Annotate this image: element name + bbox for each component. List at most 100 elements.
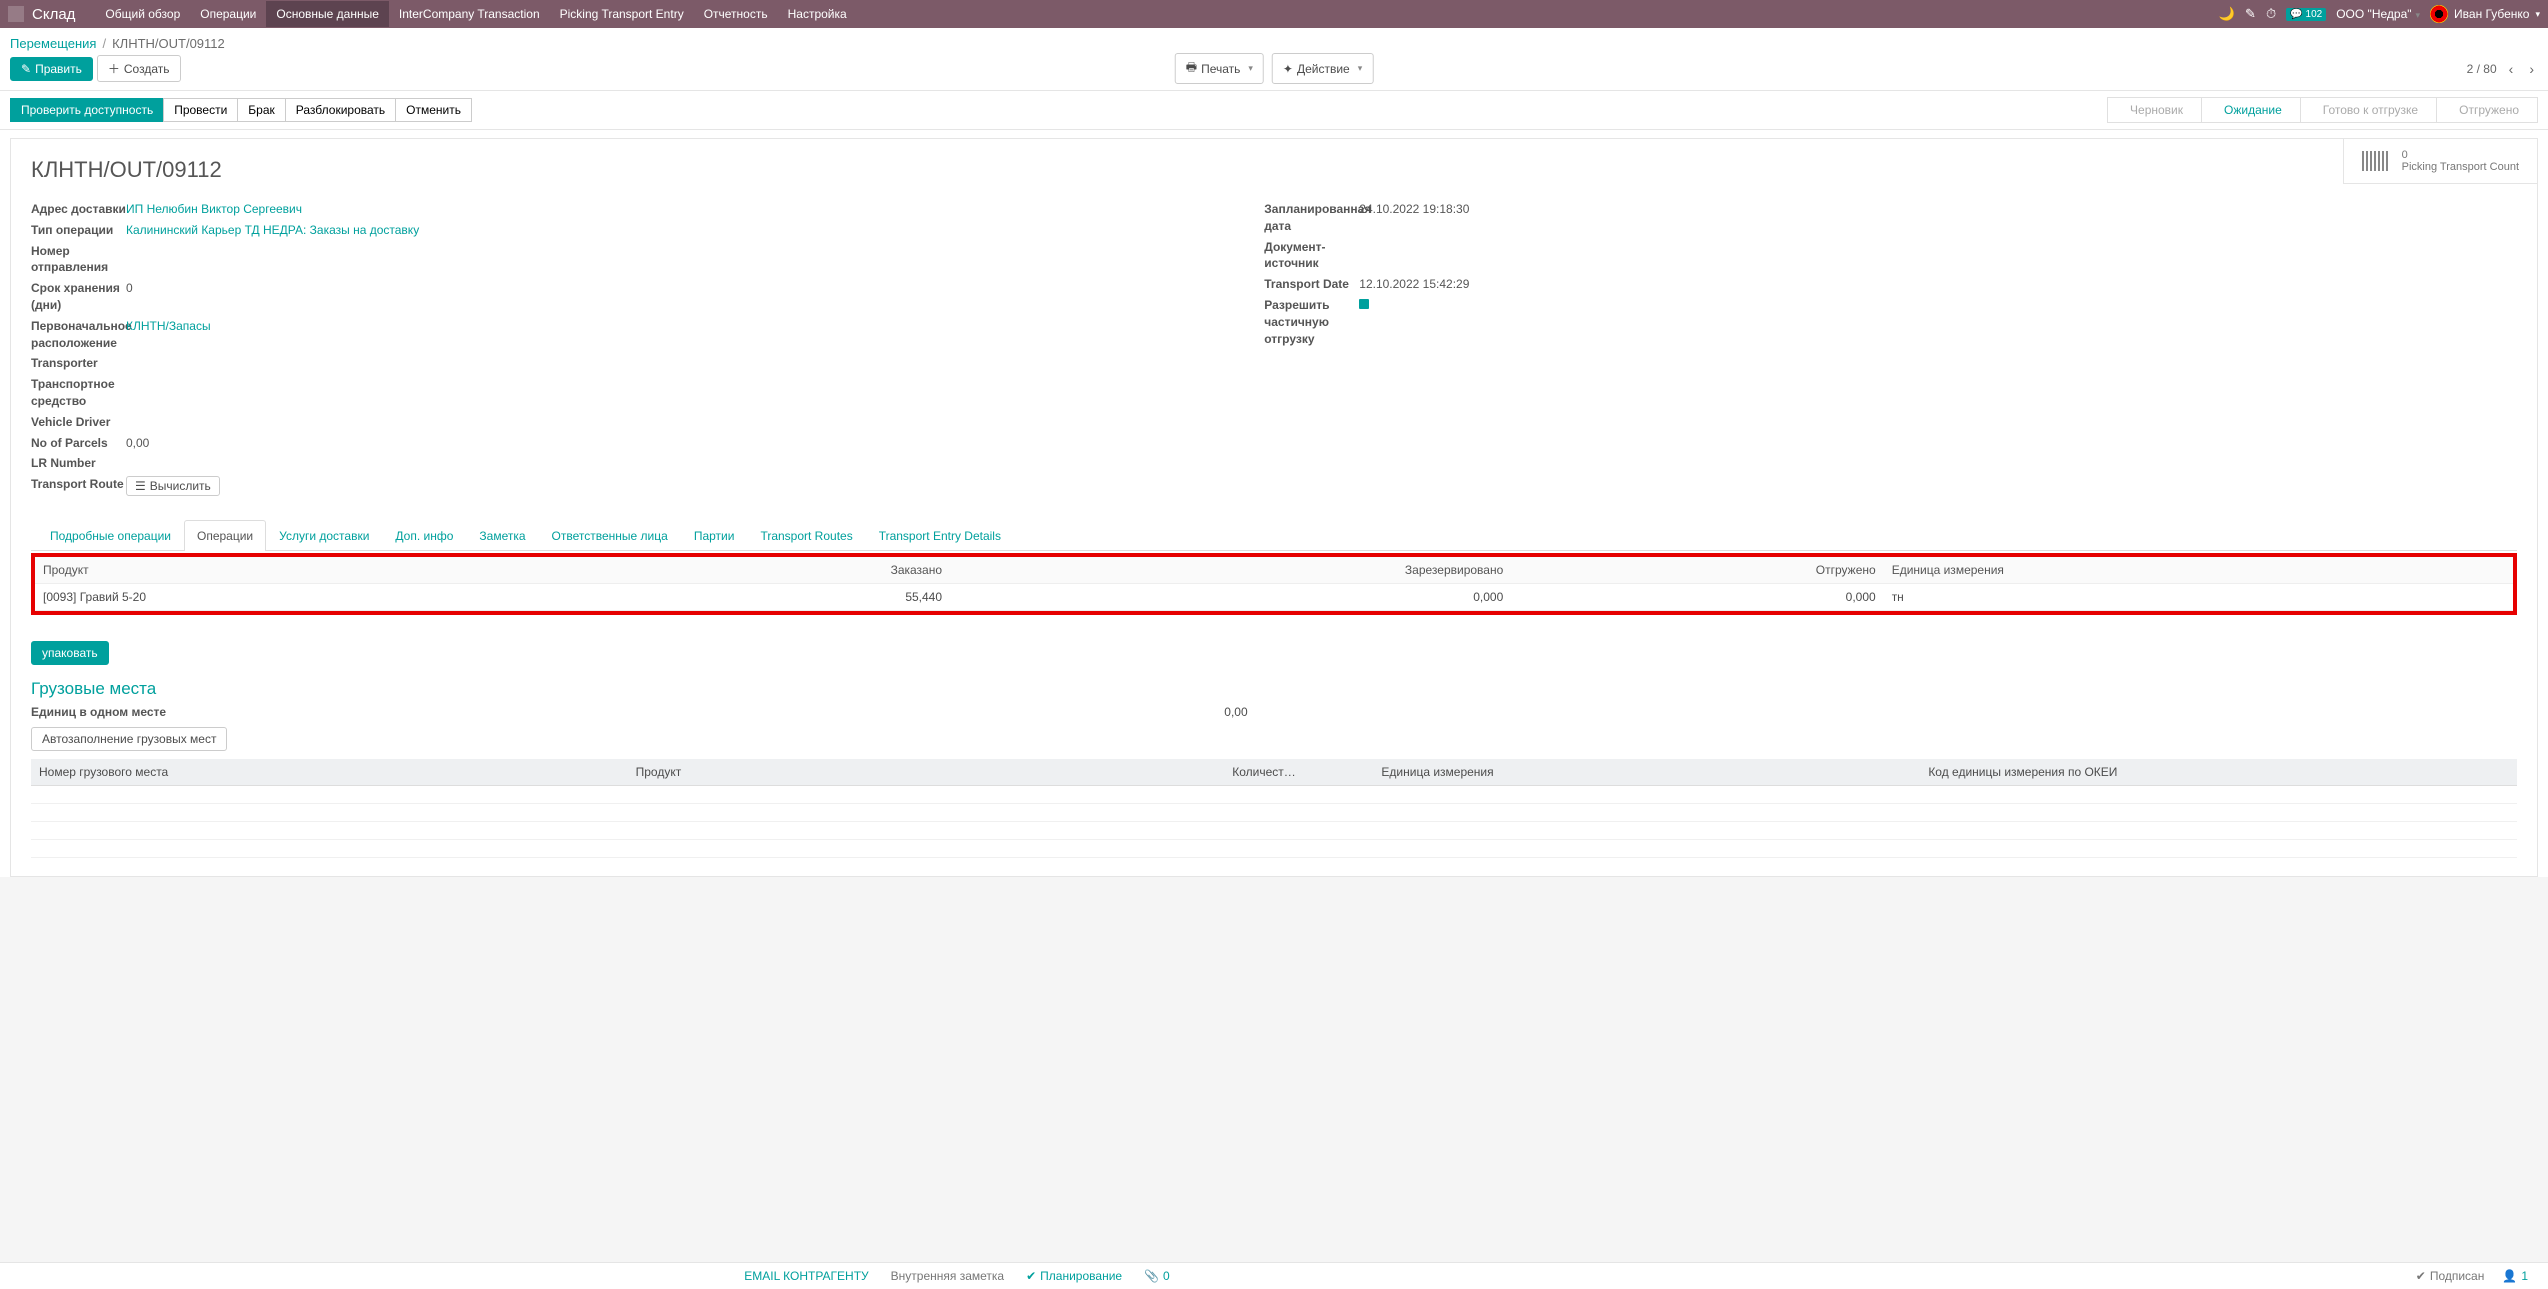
pager-next[interactable]: › (2525, 59, 2538, 79)
internal-note-button[interactable]: Внутренняя заметка (891, 1269, 1004, 1283)
print-button[interactable]: 🖶 Печать (1175, 53, 1264, 84)
allow-partial-label: Разрешить частичную отгрузку (1264, 297, 1359, 347)
initial-location-label: Первоначальное расположение (31, 318, 126, 352)
transport-count-value: 0 (2402, 149, 2519, 161)
shelf-life-value: 0 (126, 280, 133, 314)
col-cargo-okei[interactable]: Код единицы измерения по ОКЕИ (1920, 759, 2517, 786)
nav-item-reporting[interactable]: Отчетность (694, 1, 778, 27)
operations-highlight: Продукт Заказано Зарезервировано Отгруже… (31, 553, 2517, 615)
operation-type-value[interactable]: Калининский Карьер ТД НЕДРА: Заказы на д… (126, 223, 419, 237)
action-button[interactable]: ✦ Действие (1272, 53, 1373, 84)
col-reserved[interactable]: Зарезервировано (950, 557, 1511, 584)
compute-route-button[interactable]: ☰ Вычислить (126, 476, 220, 496)
pack-button[interactable]: упаковать (31, 641, 109, 665)
user-menu[interactable]: Иван Губенко ▾ (2430, 5, 2540, 23)
units-per-place-value: 0,00 (1224, 705, 1247, 719)
print-button-label: Печать (1201, 62, 1240, 76)
cell-shipped: 0,000 (1511, 584, 1883, 611)
document-title: КЛНТН/OUT/09112 (31, 157, 2517, 183)
follow-button[interactable]: ✔ Подписан (2416, 1269, 2485, 1283)
attachments-count: 0 (1163, 1269, 1170, 1283)
moon-icon[interactable]: 🌙 (2219, 6, 2235, 22)
create-button[interactable]: ＋Создать (97, 55, 181, 82)
parcels-label: No of Parcels (31, 435, 126, 452)
driver-label: Vehicle Driver (31, 414, 126, 431)
validate-button[interactable]: Провести (163, 98, 238, 122)
cell-product: [0093] Гравий 5-20 (35, 584, 619, 611)
followers-button[interactable]: 👤 1 (2502, 1269, 2528, 1283)
cargo-places-title: Грузовые места (31, 679, 2517, 699)
tab-delivery-services[interactable]: Услуги доставки (266, 520, 382, 551)
edit-icon[interactable]: ✎ (2245, 6, 2256, 22)
table-row[interactable]: [0093] Гравий 5-20 55,440 0,000 0,000 тн (35, 584, 2513, 611)
clock-icon[interactable]: ⏱ (2266, 6, 2276, 22)
action-button-label: Действие (1297, 62, 1350, 76)
compute-route-button-label: Вычислить (150, 479, 211, 493)
col-cargo-product[interactable]: Продукт (628, 759, 1225, 786)
document-card: 0 Picking Transport Count КЛНТН/OUT/0911… (10, 138, 2538, 877)
scheduled-date-label: Запланированная дата (1264, 201, 1359, 235)
edit-button-label: Править (35, 62, 82, 76)
initial-location-value[interactable]: КЛНТН/Запасы (126, 319, 211, 333)
col-cargo-number[interactable]: Номер грузового места (31, 759, 628, 786)
tab-lots[interactable]: Партии (681, 520, 748, 551)
nav-item-intercompany[interactable]: InterCompany Transaction (389, 1, 550, 27)
company-switcher[interactable]: ООО "Недра" (2336, 7, 2420, 21)
col-ordered[interactable]: Заказано (619, 557, 950, 584)
follow-label: Подписан (2430, 1269, 2485, 1283)
cargo-table: Номер грузового места Продукт Количест… … (31, 759, 2517, 858)
scrap-button[interactable]: Брак (237, 98, 285, 122)
tab-transport-routes[interactable]: Transport Routes (747, 520, 865, 551)
nav-item-settings[interactable]: Настройка (778, 1, 857, 27)
nav-item-overview[interactable]: Общий обзор (95, 1, 190, 27)
check-availability-button[interactable]: Проверить доступность (10, 98, 164, 122)
nav-item-picking-transport[interactable]: Picking Transport Entry (550, 1, 694, 27)
top-nav: Склад Общий обзор Операции Основные данн… (0, 0, 2548, 28)
allow-partial-checkbox[interactable] (1359, 299, 1369, 309)
transport-date-label: Transport Date (1264, 276, 1359, 293)
nav-item-operations[interactable]: Операции (190, 1, 266, 27)
transport-route-label: Transport Route (31, 476, 126, 496)
table-row (31, 804, 2517, 822)
pager-prev[interactable]: ‹ (2505, 59, 2518, 79)
status-bar: Проверить доступность Провести Брак Разб… (0, 90, 2548, 130)
tab-operations[interactable]: Операции (184, 520, 266, 551)
autofill-cargo-button[interactable]: Автозаполнение грузовых мест (31, 727, 227, 751)
transport-count-box[interactable]: 0 Picking Transport Count (2343, 139, 2537, 184)
col-cargo-qty[interactable]: Количест… (1224, 759, 1373, 786)
tab-extra-info[interactable]: Доп. инфо (382, 520, 466, 551)
tab-note[interactable]: Заметка (466, 520, 538, 551)
table-row (31, 786, 2517, 804)
breadcrumb-separator: / (102, 36, 106, 51)
delivery-address-value[interactable]: ИП Нелюбин Виктор Сергеевич (126, 202, 302, 216)
departure-number-label: Номер отправления (31, 243, 126, 277)
tab-transport-entry[interactable]: Transport Entry Details (866, 520, 1014, 551)
app-title[interactable]: Склад (32, 6, 75, 23)
apps-icon[interactable] (8, 6, 24, 22)
tab-responsible[interactable]: Ответственные лица (539, 520, 681, 551)
messages-badge[interactable]: 💬102 (2286, 8, 2326, 21)
unlock-button[interactable]: Разблокировать (285, 98, 396, 122)
table-row (31, 822, 2517, 840)
attachments-button[interactable]: 📎 0 (1144, 1269, 1170, 1283)
col-product[interactable]: Продукт (35, 557, 619, 584)
table-row (31, 840, 2517, 858)
cell-uom: тн (1884, 584, 2513, 611)
messages-count: 102 (2306, 9, 2323, 20)
transporter-label: Transporter (31, 355, 126, 372)
cancel-button[interactable]: Отменить (395, 98, 472, 122)
tab-detailed-operations[interactable]: Подробные операции (37, 520, 184, 551)
status-step-done: Отгружено (2436, 97, 2538, 123)
email-partner-button[interactable]: EMAIL КОНТРАГЕНТУ (744, 1269, 868, 1283)
col-uom[interactable]: Единица измерения (1884, 557, 2513, 584)
col-cargo-uom[interactable]: Единица измерения (1373, 759, 1920, 786)
col-shipped[interactable]: Отгружено (1511, 557, 1883, 584)
edit-button[interactable]: ✎ Править (10, 57, 93, 81)
units-per-place-label: Единиц в одном месте (31, 705, 1224, 719)
schedule-activity-button[interactable]: ✔ Планирование (1026, 1269, 1122, 1283)
cell-reserved: 0,000 (950, 584, 1511, 611)
breadcrumb-root[interactable]: Перемещения (10, 36, 96, 51)
transport-date-value: 12.10.2022 15:42:29 (1359, 276, 1469, 293)
nav-item-master-data[interactable]: Основные данные (266, 1, 389, 27)
source-doc-label: Документ-источник (1264, 239, 1359, 273)
